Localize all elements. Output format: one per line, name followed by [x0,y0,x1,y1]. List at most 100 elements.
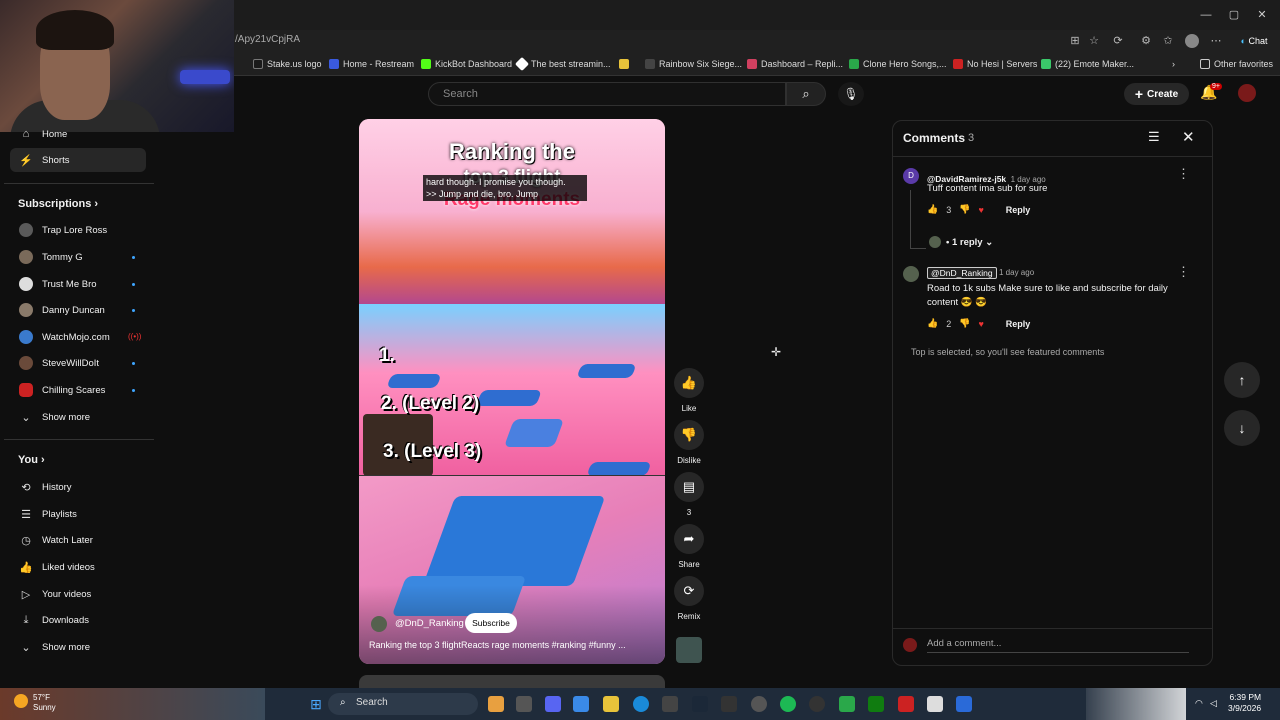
bookmark-item[interactable]: Home - Restream [329,57,414,71]
edge-icon[interactable] [633,696,649,712]
profile-icon[interactable] [1185,34,1199,48]
comment-author-chip[interactable]: @DnD_Ranking [927,267,997,279]
avatar[interactable]: D [903,168,919,184]
sidebar-item-shorts[interactable]: ⚡ Shorts [10,148,146,172]
bookmark-item[interactable] [619,57,629,71]
more-vert-icon[interactable]: ⋮ [1177,166,1190,182]
comments-button[interactable]: ▤ 3 [674,472,704,517]
close-window-button[interactable]: ✕ [1252,6,1272,24]
channel-name[interactable]: @DnD_Ranking [395,618,464,629]
search-button[interactable]: ⌕ [786,82,826,106]
thumbs-down-icon[interactable]: 👎 [959,318,970,329]
favorites-icon[interactable]: ✩ [1161,34,1175,48]
clock[interactable]: 6:39 PM 3/9/2026 [1228,692,1261,714]
taskbar-app-icon[interactable] [573,696,589,712]
sidebar-item-subscription[interactable]: Tommy G [10,245,146,269]
steam-icon[interactable] [692,696,708,712]
sidebar-item-home[interactable]: ⌂ Home [10,122,146,146]
previous-short-button[interactable]: ↑ [1224,362,1260,398]
task-view-icon[interactable] [516,696,532,712]
taskbar-app-icon[interactable] [721,696,737,712]
avatar[interactable] [1238,84,1256,102]
bookmark-item[interactable]: No Hesi | Servers [953,57,1037,71]
sidebar-item-subscription[interactable]: Chilling Scares [10,378,146,402]
bookmark-item[interactable]: (22) Emote Maker... [1041,57,1134,71]
sidebar-item-subscription[interactable]: Trap Lore Ross [10,218,146,242]
more-icon[interactable]: ⋯ [1209,34,1223,48]
volume-icon[interactable]: ◁ [1210,698,1217,709]
avatar[interactable] [903,266,919,282]
bookmark-item[interactable]: Rainbow Six Siege... [645,57,742,71]
show-more-button[interactable]: ⌄ Show more [10,405,146,429]
bookmark-item[interactable]: Dashboard – Repli... [747,57,843,71]
thumbs-up-icon[interactable]: 👍 [927,318,938,329]
taskbar-app-icon[interactable] [809,696,825,712]
taskbar-app-icon[interactable] [898,696,914,712]
bookmark-item[interactable]: The best streamin... [514,56,611,72]
chevron-right-icon[interactable]: › [1172,57,1175,71]
sidebar-item-subscription[interactable]: Danny Duncan [10,298,146,322]
sidebar-item-subscription[interactable]: SteveWillDoIt [10,351,146,375]
settings-icon[interactable] [751,696,767,712]
sidebar-item-subscription[interactable]: WatchMojo.com ((•)) [10,325,146,349]
xbox-icon[interactable] [868,696,884,712]
refresh-icon[interactable]: ⟳ [1111,34,1125,48]
sidebar-item-liked-videos[interactable]: 👍 Liked videos [10,555,146,579]
microphone-icon[interactable]: 🎙 [838,82,864,106]
other-favorites[interactable]: Other favorites [1200,57,1273,71]
sort-icon[interactable]: ☰ [1148,129,1160,145]
copilot-chat-button[interactable]: ◐ Chat [1234,34,1274,48]
weather-icon[interactable] [14,694,28,708]
wifi-icon[interactable]: ◠ [1195,698,1203,709]
audio-thumbnail[interactable] [676,637,702,663]
share-button[interactable]: ➦ Share [674,524,704,569]
next-short-preview[interactable] [359,675,665,688]
sidebar-item-history[interactable]: ⟲ History [10,475,146,499]
file-explorer-icon[interactable] [603,696,619,712]
sidebar-item-your-videos[interactable]: ▷ Your videos [10,582,146,606]
minimize-button[interactable]: — [1196,6,1216,24]
sidebar-item-downloads[interactable]: ⤓ Downloads [10,608,146,632]
weather-widget[interactable]: 57°F Sunny [33,693,56,713]
url-field[interactable]: /Apy21vCpjRA [235,34,300,45]
taskbar-search[interactable]: Search [328,693,478,715]
dislike-button[interactable]: 👎 Dislike [674,420,704,465]
store-icon[interactable] [662,696,678,712]
star-icon[interactable]: ☆ [1087,34,1101,48]
grid-icon[interactable]: ⊞ [1068,34,1082,48]
like-button[interactable]: 👍 Like [674,368,704,413]
create-button[interactable]: + Create [1124,83,1189,105]
bookmark-item[interactable]: KickBot Dashboard [421,57,512,71]
close-icon[interactable]: ✕ [1182,128,1195,146]
short-video-player[interactable]: Ranking the top 3 flight Rage moments ha… [359,119,665,664]
extensions-icon[interactable]: ⚙ [1139,34,1153,48]
reply-button[interactable]: Reply [1006,319,1031,329]
next-short-button[interactable]: ↓ [1224,410,1260,446]
you-heading[interactable]: You › [18,454,45,466]
discord-icon[interactable] [545,696,561,712]
bookmark-item[interactable]: Stake.us logo [253,57,322,71]
taskbar-app-icon[interactable] [956,696,972,712]
more-vert-icon[interactable]: ⋮ [1177,264,1190,280]
thumbs-up-icon[interactable]: 👍 [927,204,938,215]
subscriptions-heading[interactable]: Subscriptions › [18,198,98,210]
sidebar-item-playlists[interactable]: ☰ Playlists [10,502,146,526]
subscribe-button[interactable]: Subscribe [465,613,517,633]
thumbs-down-icon[interactable]: 👎 [959,204,970,215]
show-more-button[interactable]: ⌄ Show more [10,635,146,659]
spotify-icon[interactable] [780,696,796,712]
taskbar-app-icon[interactable] [839,696,855,712]
taskbar-app-icon[interactable] [488,696,504,712]
sidebar-item-subscription[interactable]: Trust Me Bro [10,272,146,296]
channel-avatar[interactable] [371,616,387,632]
reply-button[interactable]: Reply [1006,205,1031,215]
bookmark-item[interactable]: Clone Hero Songs,... [849,57,947,71]
replies-toggle[interactable]: • 1 reply ⌄ [946,237,993,248]
taskbar-app-icon[interactable] [927,696,943,712]
add-comment-input[interactable]: Add a comment... [927,638,1189,653]
search-input[interactable]: Search [428,82,786,106]
sidebar-item-watch-later[interactable]: ◷ Watch Later [10,528,146,552]
video-description[interactable]: Ranking the top 3 flightReacts rage mome… [369,640,659,650]
remix-button[interactable]: ⟳ Remix [674,576,704,621]
maximize-button[interactable]: ▢ [1224,6,1244,24]
